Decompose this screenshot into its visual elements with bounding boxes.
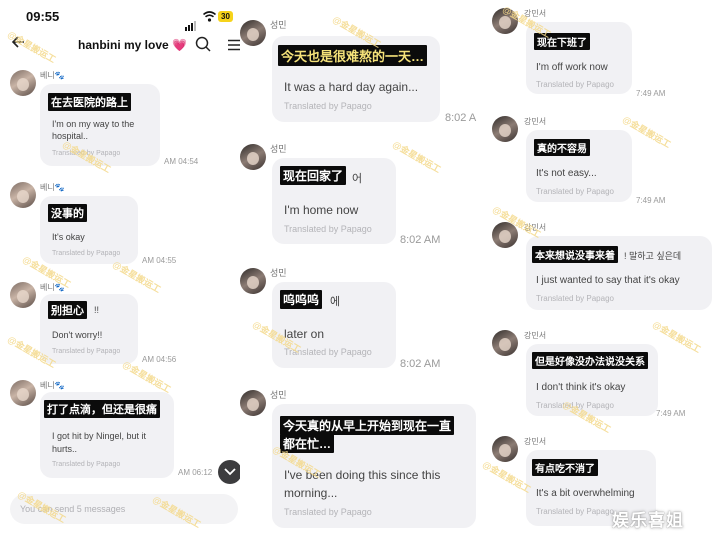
menu-icon[interactable] xyxy=(228,38,240,56)
avatar xyxy=(10,70,36,96)
avatar xyxy=(240,144,266,170)
message-time: 8:02 AM xyxy=(400,358,441,370)
sender-name: 베니🐾 xyxy=(40,381,65,390)
chinese-caption: 呜呜呜 xyxy=(280,290,323,309)
sender-name: 강민서 xyxy=(524,331,547,340)
translation-credit: Translated by Papago xyxy=(52,348,121,355)
avatar xyxy=(492,116,518,142)
chat-title-text: hanbini my love xyxy=(78,38,169,52)
message-text: It's a bit overwhelming xyxy=(536,488,635,499)
sender-name: 강민서 xyxy=(524,117,547,126)
avatar xyxy=(240,268,266,294)
translation-credit: Translated by Papago xyxy=(52,461,121,468)
avatar xyxy=(10,282,36,308)
message-time: 8:02 AM xyxy=(400,234,441,246)
chinese-caption: 本来想说没事来着 xyxy=(532,246,618,263)
sender-name: 성민 xyxy=(270,390,287,400)
caption-remnant: 에 xyxy=(330,296,341,308)
message-time: 8:02 A xyxy=(445,112,477,124)
chinese-caption: 今天也是很难熬的一天… xyxy=(278,45,428,66)
chat-title: hanbini my love 💗 xyxy=(78,38,187,52)
status-bar: 09:55 30 xyxy=(0,0,240,31)
caption-remnant: 어 xyxy=(352,173,363,185)
logo-watermark: 娱乐喜姐 xyxy=(612,511,684,530)
chinese-caption: 没事的 xyxy=(48,204,87,222)
chevron-down-icon xyxy=(224,468,236,476)
chinese-caption: 真的不容易 xyxy=(534,139,590,156)
message-text: I'm home now xyxy=(284,203,359,217)
chinese-caption: 现在回家了 xyxy=(280,166,347,185)
battery-indicator: 30 xyxy=(218,11,233,22)
translation-credit: Translated by Papago xyxy=(536,187,614,196)
sender-name: 성민 xyxy=(270,268,287,278)
status-time: 09:55 xyxy=(26,9,60,24)
caption-remnant: ! 말하고 싶은데 xyxy=(624,251,682,261)
signal-icon xyxy=(185,13,197,31)
chinese-caption: 别担心 xyxy=(48,301,87,319)
avatar xyxy=(492,330,518,356)
chinese-caption: 打了点滴，但还是很痛 xyxy=(44,400,160,418)
message-text: I'm off work now xyxy=(536,62,608,73)
message-text: I got hit by Ningel, but it hurts.. xyxy=(52,431,147,454)
avatar xyxy=(10,182,36,208)
sender-name: 성민 xyxy=(270,20,287,30)
sender-name: 베니🐾 xyxy=(40,71,65,80)
translation-credit: Translated by Papago xyxy=(536,507,614,516)
message-text: I don't think it's okay xyxy=(536,382,626,393)
message-time: AM 04:55 xyxy=(142,256,177,265)
chat-panel-right: 강민서 现在下班了 I'm off work now Translated by… xyxy=(480,0,719,539)
message-time: 7:49 AM xyxy=(636,89,666,98)
wifi-icon xyxy=(202,9,217,27)
message-text: I just wanted to say that it's okay xyxy=(536,275,680,286)
message-time: 7:49 AM xyxy=(656,409,686,418)
translation-credit: Translated by Papago xyxy=(284,101,372,111)
translation-credit: Translated by Papago xyxy=(536,294,614,303)
translation-credit: Translated by Papago xyxy=(536,80,614,89)
chinese-caption: 在去医院的路上 xyxy=(48,93,131,111)
chinese-caption-line1: 今天真的从早上开始到现在一直 xyxy=(280,416,455,435)
avatar xyxy=(240,390,266,416)
message-text: Don't worry!! xyxy=(52,330,103,340)
sender-name: 베니🐾 xyxy=(40,183,65,192)
message-text: It was a hard day again... xyxy=(284,80,419,94)
avatar xyxy=(10,380,36,406)
sender-name: 강민서 xyxy=(524,437,547,446)
message-time: AM 04:56 xyxy=(142,355,177,364)
chinese-caption: 但是好像没办法说没关系 xyxy=(532,352,648,369)
sender-name: 성민 xyxy=(270,144,287,154)
caption-remnant: !! xyxy=(94,305,100,315)
message-text: It's not easy... xyxy=(536,168,597,179)
translation-credit: Translated by Papago xyxy=(284,224,372,234)
message-time: 7:49 AM xyxy=(636,196,666,205)
scroll-down-button[interactable] xyxy=(218,460,242,484)
translation-credit: Translated by Papago xyxy=(284,507,372,517)
chat-panel-middle: 성민 今天也是很难熬的一天… It was a hard day again..… xyxy=(240,0,480,539)
heart-emoji: 💗 xyxy=(172,38,187,52)
message-time: AM 04:54 xyxy=(164,157,199,166)
message-text: It's okay xyxy=(52,232,85,242)
avatar xyxy=(240,20,266,46)
search-icon[interactable] xyxy=(195,36,211,57)
avatar xyxy=(492,436,518,462)
message-time: AM 06:12 xyxy=(178,468,213,477)
translation-credit: Translated by Papago xyxy=(52,250,121,257)
chinese-caption: 有点吃不消了 xyxy=(532,459,598,476)
